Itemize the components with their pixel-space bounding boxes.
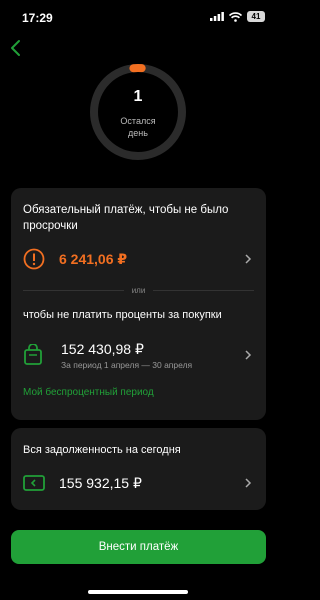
warning-icon bbox=[23, 248, 45, 270]
payment-card: Обязательный платёж, чтобы не было проср… bbox=[11, 188, 266, 420]
shopping-bag-icon bbox=[24, 344, 42, 365]
days-left-label: Остался день bbox=[120, 116, 156, 138]
days-left-ring: 1 Остался день bbox=[89, 63, 187, 161]
total-debt-row[interactable]: 155 932,15 ₽ bbox=[23, 471, 252, 495]
no-interest-title: чтобы не платить проценты за покупки bbox=[23, 309, 222, 321]
or-divider: или bbox=[23, 285, 255, 295]
period-label: За период 1 апреля — 30 апреля bbox=[61, 359, 193, 370]
interest-free-period-link[interactable]: Мой беспроцентный период bbox=[23, 387, 154, 398]
chevron-right-icon bbox=[245, 350, 252, 360]
mandatory-payment-row[interactable]: 6 241,06 ₽ bbox=[23, 246, 252, 272]
mandatory-amount: 6 241,06 ₽ bbox=[59, 250, 128, 267]
status-icons: 41 bbox=[210, 11, 265, 22]
make-payment-button[interactable]: Внести платёж bbox=[11, 530, 266, 564]
status-bar: 17:29 41 bbox=[0, 0, 277, 34]
chevron-right-icon bbox=[245, 254, 252, 264]
total-debt-amount: 155 932,15 ₽ bbox=[59, 474, 142, 491]
mandatory-payment-title: Обязательный платёж, чтобы не было проср… bbox=[23, 204, 229, 232]
debt-card: Вся задолженность на сегодня 155 932,15 … bbox=[11, 428, 266, 510]
no-interest-amount: 152 430,98 ₽ bbox=[61, 340, 144, 357]
battery-icon: 41 bbox=[247, 11, 265, 22]
chevron-right-icon bbox=[245, 478, 252, 488]
wallet-icon bbox=[23, 475, 45, 491]
days-left-value: 1 bbox=[133, 88, 143, 105]
signal-icon bbox=[210, 12, 224, 21]
status-time: 17:29 bbox=[22, 11, 53, 25]
wifi-icon bbox=[229, 11, 242, 22]
total-debt-title: Вся задолженность на сегодня bbox=[23, 444, 181, 456]
back-arrow-icon[interactable] bbox=[6, 38, 26, 58]
or-label: или bbox=[131, 285, 146, 295]
home-indicator bbox=[88, 590, 188, 594]
no-interest-row[interactable]: 152 430,98 ₽ За период 1 апреля — 30 апр… bbox=[23, 338, 252, 372]
